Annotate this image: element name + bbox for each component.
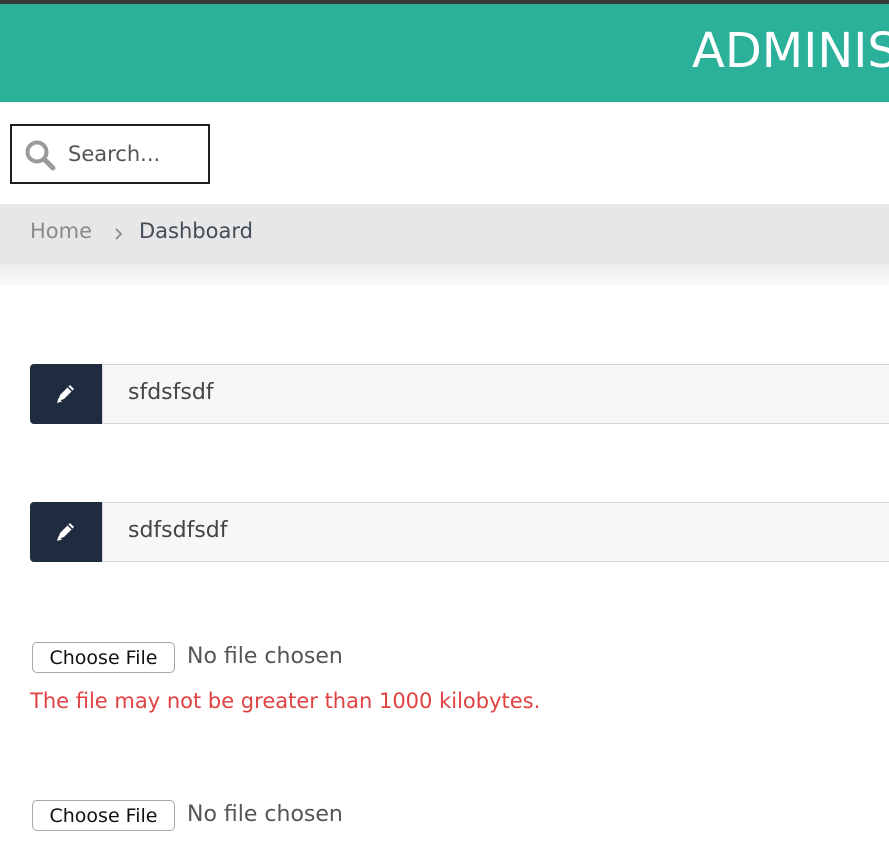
pencil-icon xyxy=(57,523,74,541)
file-status: No file chosen xyxy=(187,644,343,669)
search-icon xyxy=(25,140,56,171)
breadcrumb xyxy=(0,204,889,264)
text-field-1[interactable]: sfdsfsdf xyxy=(30,364,889,424)
choose-file-button[interactable]: Choose File xyxy=(32,642,175,673)
pencil-icon xyxy=(57,385,74,403)
breadcrumb-home-link[interactable]: Home xyxy=(30,219,92,243)
page: ADMINIS Home Dashboard sfdsfsdf xyxy=(0,0,889,841)
breadcrumb-current: Dashboard xyxy=(139,219,253,243)
breadcrumb-shadow xyxy=(0,264,889,286)
search-box[interactable] xyxy=(10,124,210,184)
header-title: ADMINIS xyxy=(692,23,889,79)
field-addon xyxy=(30,364,102,424)
text-input-value[interactable]: sfdsfsdf xyxy=(128,380,214,405)
text-input[interactable] xyxy=(102,364,889,424)
field-addon xyxy=(30,502,102,562)
header-bar: ADMINIS xyxy=(0,4,889,102)
file-error-message: The file may not be greater than 1000 ki… xyxy=(30,689,541,713)
search-input[interactable] xyxy=(68,136,204,172)
chevron-right-icon xyxy=(115,228,123,240)
file-status: No file chosen xyxy=(187,802,343,827)
text-input-value[interactable]: sdfsdfsdf xyxy=(128,518,228,543)
text-field-2[interactable]: sdfsdfsdf xyxy=(30,502,889,562)
choose-file-button[interactable]: Choose File xyxy=(32,800,175,831)
